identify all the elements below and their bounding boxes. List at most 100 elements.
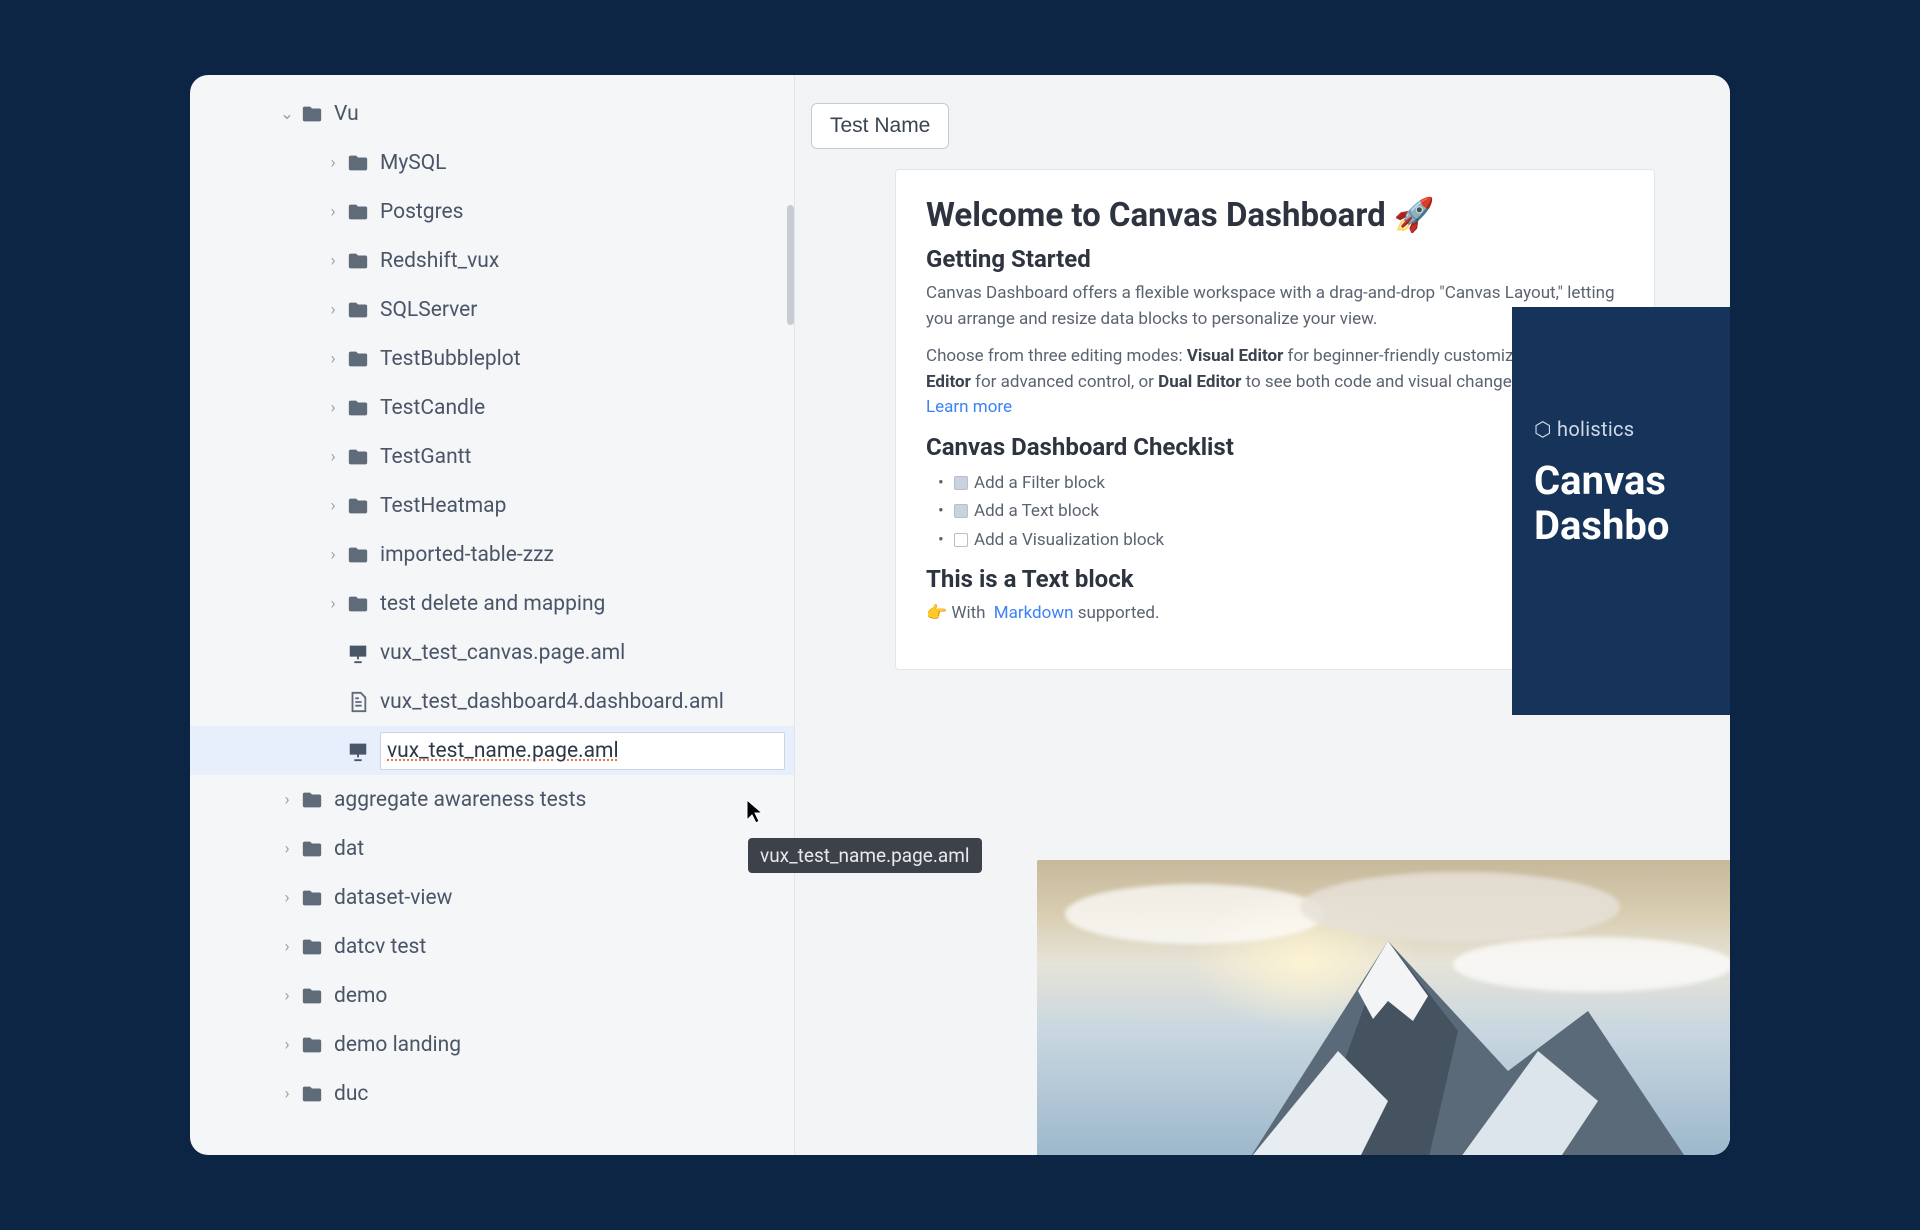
folder-icon <box>344 593 372 615</box>
tree-folder[interactable]: › SQLServer <box>190 285 794 334</box>
tree-label: TestGantt <box>380 445 471 469</box>
tree-label: aggregate awareness tests <box>334 788 586 812</box>
tree-folder[interactable]: › dataset-view <box>190 873 794 922</box>
tree-folder[interactable]: › imported-table-zzz <box>190 530 794 579</box>
tree-label: SQLServer <box>380 298 477 322</box>
canvas-image-block[interactable] <box>1037 860 1730 1155</box>
tree-label: imported-table-zzz <box>380 543 554 567</box>
chevron-right-icon: › <box>276 839 298 859</box>
folder-icon <box>298 1034 326 1056</box>
tree-label: vux_test_dashboard4.dashboard.aml <box>380 690 724 714</box>
tree-folder-vu[interactable]: ⌄ Vu <box>190 89 794 138</box>
tree-file-page-editing[interactable] <box>190 726 794 775</box>
tree-label: Vu <box>334 102 359 126</box>
promo-panel: ⬡ holistics Canvas Dashbo <box>1512 307 1730 715</box>
sidebar: ⌄ Vu › MySQL › Postgres › Redshift_vux <box>190 75 795 1155</box>
tree-label: vux_test_canvas.page.aml <box>380 641 625 665</box>
promo-title-line2: Dashbo <box>1534 504 1714 549</box>
chevron-right-icon: › <box>322 202 344 222</box>
chevron-right-icon: › <box>276 937 298 957</box>
tree-folder[interactable]: › Redshift_vux <box>190 236 794 285</box>
tree-folder[interactable]: › aggregate awareness tests <box>190 775 794 824</box>
learn-more-link[interactable]: Learn more <box>926 397 1012 417</box>
checklist-label: Add a Visualization block <box>974 530 1164 550</box>
chevron-right-icon: › <box>276 1035 298 1055</box>
chevron-right-icon: › <box>322 153 344 173</box>
tree-label: TestBubbleplot <box>380 347 521 371</box>
checklist-label: Add a Text block <box>974 501 1099 521</box>
tree-label: TestHeatmap <box>380 494 506 518</box>
tree-label: duc <box>334 1082 368 1106</box>
brand-logo-icon: ⬡ <box>1534 417 1552 441</box>
chevron-right-icon: › <box>322 545 344 565</box>
folder-icon <box>344 250 372 272</box>
chevron-right-icon: › <box>322 496 344 516</box>
tree-label: demo landing <box>334 1033 461 1057</box>
checkbox-icon <box>954 476 968 490</box>
tree-folder[interactable]: › dat <box>190 824 794 873</box>
presentation-icon <box>344 642 372 664</box>
scrollbar-thumb[interactable] <box>787 205 794 325</box>
tree-file-page[interactable]: vux_test_canvas.page.aml <box>190 628 794 677</box>
folder-icon <box>298 887 326 909</box>
text: 👉 With <box>926 603 990 623</box>
folder-icon <box>298 1083 326 1105</box>
tree-label: demo <box>334 984 387 1008</box>
tree-folder[interactable]: › TestHeatmap <box>190 481 794 530</box>
tree-folder[interactable]: › datcv test <box>190 922 794 971</box>
tree-label: test delete and mapping <box>380 592 605 616</box>
doc-title: Welcome to Canvas Dashboard 🚀 <box>926 196 1624 235</box>
text-bold: Visual Editor <box>1187 346 1284 366</box>
tree-file-dashboard[interactable]: vux_test_dashboard4.dashboard.aml <box>190 677 794 726</box>
folder-icon <box>344 201 372 223</box>
file-tree: ⌄ Vu › MySQL › Postgres › Redshift_vux <box>190 89 794 1118</box>
brand-name: holistics <box>1557 417 1634 441</box>
chevron-right-icon: › <box>322 594 344 614</box>
tree-folder[interactable]: › test delete and mapping <box>190 579 794 628</box>
markdown-link[interactable]: Markdown <box>994 603 1074 623</box>
tree-label: MySQL <box>380 151 447 175</box>
chevron-right-icon: › <box>322 349 344 369</box>
tree-label: datcv test <box>334 935 426 959</box>
checkbox-icon <box>954 533 968 547</box>
chevron-right-icon: › <box>276 1084 298 1104</box>
text: Choose from three editing modes: <box>926 346 1187 366</box>
tree-folder[interactable]: › duc <box>190 1069 794 1118</box>
app-window: ⌄ Vu › MySQL › Postgres › Redshift_vux <box>190 75 1730 1155</box>
folder-icon <box>344 544 372 566</box>
promo-title-line1: Canvas <box>1534 459 1714 504</box>
mountain-illustration <box>1128 901 1688 1155</box>
tree-folder[interactable]: › demo <box>190 971 794 1020</box>
tree-folder[interactable]: › MySQL <box>190 138 794 187</box>
text-bold: Dual Editor <box>1158 372 1241 392</box>
brand-label: ⬡ holistics <box>1534 417 1714 441</box>
tree-label: dat <box>334 837 364 861</box>
checkbox-icon <box>954 504 968 518</box>
tree-label: Postgres <box>380 200 464 224</box>
folder-icon <box>344 446 372 468</box>
tree-folder[interactable]: › TestGantt <box>190 432 794 481</box>
presentation-icon <box>344 740 372 762</box>
folder-icon <box>298 103 326 125</box>
chevron-down-icon: ⌄ <box>276 104 298 124</box>
folder-icon <box>344 152 372 174</box>
folder-icon <box>344 495 372 517</box>
rename-title-button[interactable]: Test Name <box>811 103 949 149</box>
folder-icon <box>298 936 326 958</box>
tree-folder[interactable]: › Postgres <box>190 187 794 236</box>
tab-bar: Test Name <box>795 75 1730 169</box>
folder-icon <box>344 397 372 419</box>
tree-label: dataset-view <box>334 886 452 910</box>
folder-icon <box>344 348 372 370</box>
chevron-right-icon: › <box>322 447 344 467</box>
chevron-right-icon: › <box>322 300 344 320</box>
tree-folder[interactable]: › demo landing <box>190 1020 794 1069</box>
heading-getting-started: Getting Started <box>926 245 1624 273</box>
rename-input[interactable] <box>380 732 785 770</box>
tree-folder[interactable]: › TestBubbleplot <box>190 334 794 383</box>
text: supported. <box>1074 603 1160 623</box>
tree-label: Redshift_vux <box>380 249 499 273</box>
folder-icon <box>344 299 372 321</box>
tree-folder[interactable]: › TestCandle <box>190 383 794 432</box>
tree-label: TestCandle <box>380 396 485 420</box>
